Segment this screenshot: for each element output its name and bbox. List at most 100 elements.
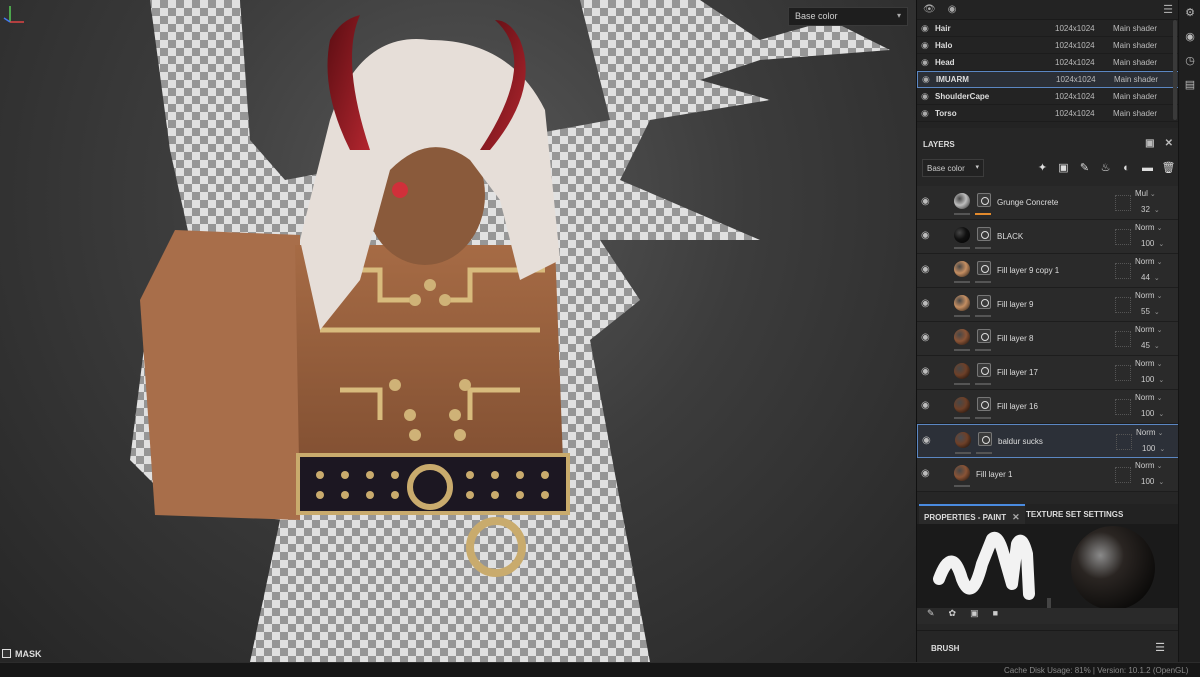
history-icon[interactable]: ◷ bbox=[1179, 48, 1200, 72]
layer-effect-slot[interactable] bbox=[1115, 331, 1131, 347]
blend-mode-dropdown[interactable]: Norm ⌄ bbox=[1135, 461, 1162, 470]
layer-effect-slot[interactable] bbox=[1115, 263, 1131, 279]
layer-row[interactable]: ◉ Fill layer 8 Norm ⌄ 45 ⌄ bbox=[917, 322, 1179, 356]
visibility-icon[interactable]: ◉ bbox=[921, 230, 930, 241]
layer-row[interactable]: ◉ BLACK Norm ⌄ 100 ⌄ bbox=[917, 220, 1179, 254]
layer-mask-icon[interactable] bbox=[978, 432, 992, 446]
layer-mask-icon[interactable] bbox=[977, 397, 991, 411]
visibility-icon[interactable]: ◉ bbox=[922, 74, 936, 85]
layer-row[interactable]: ◉ Grunge Concrete Mul ⌄ 32 ⌄ bbox=[917, 186, 1179, 220]
alpha-icon[interactable]: ✿ bbox=[949, 608, 957, 624]
stencil-icon[interactable]: ▣ bbox=[970, 608, 979, 624]
visibility-icon[interactable]: ◉ bbox=[921, 40, 935, 51]
opacity-field[interactable]: 100 ⌄ bbox=[1142, 444, 1165, 453]
layer-row[interactable]: ◉ Fill layer 9 Norm ⌄ 55 ⌄ bbox=[917, 288, 1179, 322]
add-paint-layer-icon[interactable]: ✎ bbox=[1077, 160, 1092, 175]
blend-mode-dropdown[interactable]: Mul ⌄ bbox=[1135, 189, 1156, 198]
opacity-field[interactable]: 45 ⌄ bbox=[1141, 341, 1160, 350]
log-icon[interactable]: ▤ bbox=[1179, 72, 1200, 96]
layer-effect-slot[interactable] bbox=[1115, 297, 1131, 313]
visibility-icon[interactable]: ◉ bbox=[921, 366, 930, 377]
visibility-icon[interactable]: ◉ bbox=[921, 332, 930, 343]
opacity-field[interactable]: 100 ⌄ bbox=[1141, 477, 1164, 486]
opacity-field[interactable]: 32 ⌄ bbox=[1141, 205, 1160, 214]
layers-header: LAYERS ▣ ✕ bbox=[917, 134, 1179, 154]
texture-set-list: 👁 ◉ ☰ ◉ Hair 1024x1024 Main shader ◉ Halo 1024… bbox=[917, 0, 1179, 128]
brush-icon[interactable]: ✎ bbox=[927, 608, 935, 624]
eye-outline-icon[interactable]: ◉ bbox=[948, 4, 957, 15]
layers-channel-dropdown[interactable]: Base color ▾ bbox=[922, 159, 984, 177]
layer-name: Fill layer 17 bbox=[997, 368, 1038, 377]
delete-layer-icon[interactable]: 🗑 bbox=[1161, 160, 1176, 175]
visibility-icon[interactable]: ◉ bbox=[921, 400, 930, 411]
tab-texture-set-settings[interactable]: TEXTURE SET SETTINGS bbox=[1021, 504, 1128, 524]
menu-icon[interactable]: ☰ bbox=[1163, 3, 1173, 16]
layer-mask-icon[interactable] bbox=[977, 329, 991, 343]
layer-row[interactable]: ◉ Fill layer 9 copy 1 Norm ⌄ 44 ⌄ bbox=[917, 254, 1179, 288]
blend-mode-dropdown[interactable]: Norm ⌄ bbox=[1135, 393, 1162, 402]
visibility-icon[interactable]: ◉ bbox=[921, 264, 930, 275]
texture-set-row[interactable]: ◉ Hair 1024x1024 Main shader bbox=[917, 20, 1179, 37]
add-fill-layer-icon[interactable]: ♨ bbox=[1098, 160, 1113, 175]
add-effect-icon[interactable]: ✦ bbox=[1035, 160, 1050, 175]
visibility-icon[interactable]: ◉ bbox=[921, 298, 930, 309]
blend-mode-dropdown[interactable]: Norm ⌄ bbox=[1135, 359, 1162, 368]
layer-mask-icon[interactable] bbox=[977, 193, 991, 207]
layer-effect-slot[interactable] bbox=[1115, 467, 1131, 483]
layer-effect-slot[interactable] bbox=[1116, 434, 1132, 450]
layer-mask-icon[interactable] bbox=[977, 227, 991, 241]
texture-set-row[interactable]: ◉ Halo 1024x1024 Main shader bbox=[917, 37, 1179, 54]
camera-icon[interactable]: ◉ bbox=[1179, 24, 1200, 48]
texture-set-row[interactable]: ◉ Head 1024x1024 Main shader bbox=[917, 54, 1179, 71]
layer-mask-icon[interactable] bbox=[977, 261, 991, 275]
maximize-icon[interactable]: ▣ bbox=[1145, 138, 1154, 149]
texture-set-row[interactable]: ◉ IMUARM 1024x1024 Main shader bbox=[917, 71, 1179, 88]
layer-effect-slot[interactable] bbox=[1115, 229, 1131, 245]
layer-effect-slot[interactable] bbox=[1115, 195, 1131, 211]
layer-row[interactable]: ◉ Fill layer 17 Norm ⌄ 100 ⌄ bbox=[917, 356, 1179, 390]
layer-row[interactable]: ◉ baldur sucks Norm ⌄ 100 ⌄ bbox=[917, 424, 1179, 458]
blend-mode-dropdown[interactable]: Norm ⌄ bbox=[1135, 325, 1162, 334]
layer-effect-slot[interactable] bbox=[1115, 365, 1131, 381]
opacity-field[interactable]: 100 ⌄ bbox=[1141, 375, 1164, 384]
opacity-field[interactable]: 55 ⌄ bbox=[1141, 307, 1160, 316]
opacity-field[interactable]: 100 ⌄ bbox=[1141, 239, 1164, 248]
texture-set-row[interactable]: ◉ Torso 1024x1024 Main shader bbox=[917, 105, 1179, 122]
add-folder-icon[interactable]: ▬ bbox=[1140, 160, 1155, 175]
visibility-icon[interactable]: ◉ bbox=[921, 196, 930, 207]
texture-set-scrollbar[interactable] bbox=[1173, 20, 1177, 120]
blend-mode-dropdown[interactable]: Norm ⌄ bbox=[1135, 291, 1162, 300]
visibility-icon[interactable]: 👁 bbox=[923, 4, 936, 15]
texture-set-name: Head bbox=[935, 57, 955, 67]
layer-thumbnail bbox=[954, 397, 970, 413]
tab-properties-paint[interactable]: PROPERTIES - PAINT ✕ bbox=[919, 504, 1025, 524]
layer-row[interactable]: ◉ Fill layer 16 Norm ⌄ 100 ⌄ bbox=[917, 390, 1179, 424]
visibility-icon[interactable]: ◉ bbox=[921, 23, 935, 34]
3d-viewport[interactable]: Base color ▾ MASK bbox=[0, 0, 916, 662]
close-icon[interactable]: ✕ bbox=[1012, 512, 1020, 522]
blend-mode-dropdown[interactable]: Norm ⌄ bbox=[1136, 428, 1163, 437]
visibility-icon[interactable]: ◉ bbox=[921, 468, 930, 479]
mask-toggle[interactable]: MASK bbox=[2, 646, 42, 661]
mask-bar bbox=[975, 417, 991, 419]
layer-mask-icon[interactable] bbox=[977, 295, 991, 309]
menu-icon[interactable]: ☰ bbox=[1155, 641, 1165, 654]
opacity-field[interactable]: 100 ⌄ bbox=[1141, 409, 1164, 418]
layer-effect-slot[interactable] bbox=[1115, 399, 1131, 415]
close-icon[interactable]: ✕ bbox=[1165, 138, 1173, 149]
layer-row[interactable]: ◉ Fill layer 1 Norm ⌄ 100 ⌄ bbox=[917, 458, 1179, 492]
texture-set-row[interactable]: ◉ ShoulderCape 1024x1024 Main shader bbox=[917, 88, 1179, 105]
visibility-icon[interactable]: ◉ bbox=[921, 91, 935, 102]
viewport-channel-dropdown[interactable]: Base color ▾ bbox=[788, 7, 908, 26]
visibility-icon[interactable]: ◉ bbox=[921, 108, 935, 119]
add-smart-material-icon[interactable]: ◐ bbox=[1119, 160, 1134, 175]
blend-mode-dropdown[interactable]: Norm ⌄ bbox=[1135, 257, 1162, 266]
visibility-icon[interactable]: ◉ bbox=[922, 435, 931, 446]
opacity-field[interactable]: 44 ⌄ bbox=[1141, 273, 1160, 282]
visibility-icon[interactable]: ◉ bbox=[921, 57, 935, 68]
display-settings-icon[interactable]: ⚙ bbox=[1179, 0, 1200, 24]
material-icon[interactable]: ■ bbox=[993, 608, 998, 624]
add-mask-icon[interactable]: ▣ bbox=[1056, 160, 1071, 175]
layer-mask-icon[interactable] bbox=[977, 363, 991, 377]
blend-mode-dropdown[interactable]: Norm ⌄ bbox=[1135, 223, 1162, 232]
